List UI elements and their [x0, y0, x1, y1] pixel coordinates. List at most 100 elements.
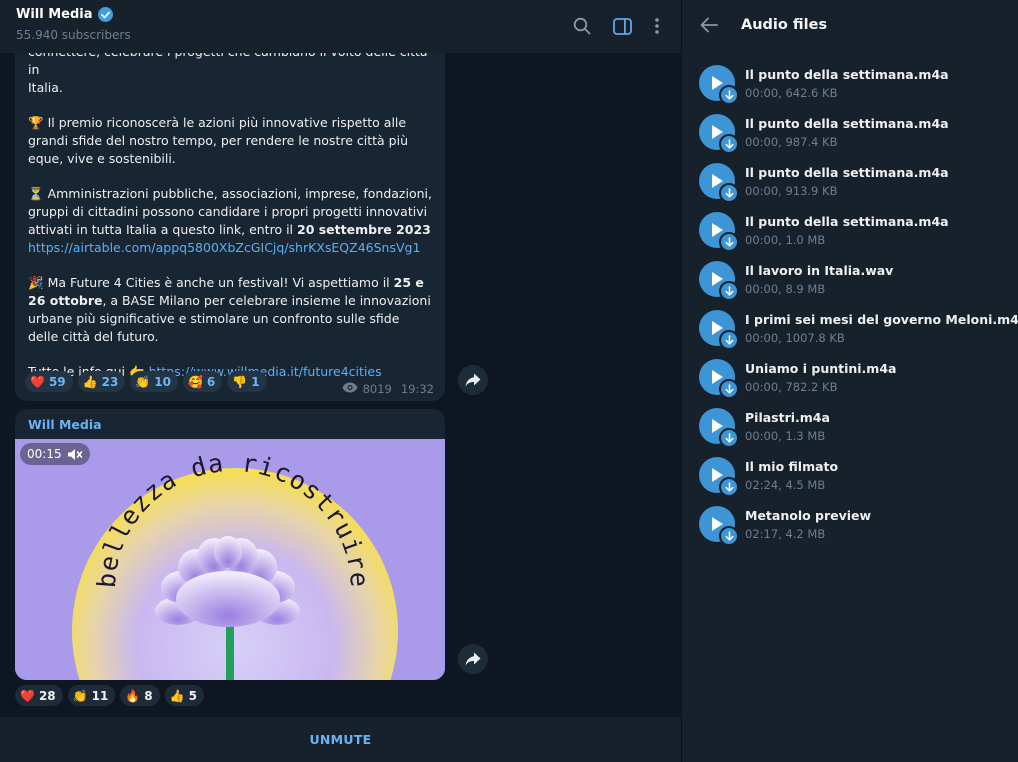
toggle-sidebar-button[interactable] [610, 14, 634, 38]
message-paragraph: Ma Future 4 Cities è anche un festival! … [47, 275, 390, 290]
reaction-count: 1 [251, 374, 260, 389]
audio-file-item[interactable]: Il punto della settimana.m4a 00:00, 913.… [682, 160, 1018, 209]
channel-title[interactable]: Will Media [16, 7, 113, 22]
video-duration-badge[interactable]: 00:15 [20, 443, 90, 465]
forward-button[interactable] [458, 644, 488, 674]
reaction-count: 6 [206, 374, 216, 389]
reaction-count: 10 [154, 374, 171, 389]
reaction-count: 11 [91, 688, 109, 703]
fire-icon: 🔥 [125, 688, 141, 703]
download-badge[interactable] [719, 232, 739, 252]
thumbs-up-icon: 👍 [82, 374, 98, 389]
forward-button[interactable] [458, 365, 488, 395]
channel-name: Will Media [16, 7, 93, 22]
download-arrow-icon [724, 90, 734, 100]
unmute-button[interactable]: UNMUTE [309, 732, 371, 747]
download-badge[interactable] [719, 526, 739, 546]
back-button[interactable] [697, 13, 721, 37]
audio-file-name: Il punto della settimana.m4a [745, 165, 949, 180]
chat-header[interactable]: Will Media 55.940 subscribers [0, 0, 681, 53]
sidebar-panel-icon [612, 17, 632, 35]
view-count: 8019 [362, 382, 392, 396]
reaction-heart[interactable]: ❤️ 28 [15, 685, 63, 706]
share-arrow-icon [465, 373, 481, 387]
trophy-emoji: 🏆 [28, 115, 44, 130]
heart-icon: ❤️ [20, 688, 35, 703]
video-preview[interactable]: bellezza da ricostruire 00:15 [15, 439, 445, 680]
reaction-love[interactable]: 🥰 6 [182, 371, 223, 392]
download-badge[interactable] [719, 330, 739, 350]
audio-file-name: Il mio filmato [745, 459, 839, 474]
download-badge[interactable] [719, 379, 739, 399]
reaction-clap[interactable]: 👏 10 [130, 371, 178, 392]
audio-file-name: Il lavoro in Italia.wav [745, 263, 894, 278]
audio-file-meta: 00:00, 642.6 KB [745, 86, 838, 100]
reaction-thumbs-up[interactable]: 👍 5 [164, 685, 204, 706]
audio-file-item[interactable]: Il lavoro in Italia.wav 00:00, 8.9 MB [682, 258, 1018, 307]
reaction-count: 8 [144, 688, 153, 703]
reaction-heart[interactable]: ❤️ 59 [25, 371, 73, 392]
download-arrow-icon [724, 286, 734, 296]
airtable-link[interactable]: https://airtable.com/appq5800XbZcGICjq/s… [28, 240, 420, 255]
audio-file-item[interactable]: I primi sei mesi del governo Meloni.m4a … [682, 307, 1018, 356]
eye-icon [342, 382, 358, 396]
panel-title: Audio files [741, 17, 828, 33]
audio-file-meta: 00:00, 1007.8 KB [745, 331, 845, 345]
audio-file-name: Metanolo preview [745, 508, 872, 523]
audio-file-meta: 00:00, 913.9 KB [745, 184, 838, 198]
reaction-count: 59 [48, 374, 66, 389]
chat-area: connettere, celebrare i progetti che cam… [0, 0, 681, 762]
message-author[interactable]: Will Media [28, 417, 102, 432]
reaction-thumbs-up[interactable]: 👍 23 [77, 371, 126, 392]
video-artwork: bellezza da ricostruire [15, 439, 445, 680]
search-button[interactable] [570, 14, 594, 38]
thumbs-up-icon: 👍 [169, 688, 185, 703]
message-bubble[interactable]: connettere, celebrare i progetti che cam… [15, 30, 445, 401]
audio-file-item[interactable]: Il punto della settimana.m4a 00:00, 642.… [682, 62, 1018, 111]
download-arrow-icon [724, 188, 734, 198]
reaction-count: 28 [38, 688, 56, 703]
download-badge[interactable] [719, 477, 739, 497]
audio-file-name: I primi sei mesi del governo Meloni.m4a [745, 312, 1018, 327]
audio-file-name: Pilastri.m4a [745, 410, 830, 425]
reaction-clap[interactable]: 👏 11 [67, 685, 116, 706]
clap-icon: 👏 [135, 374, 151, 389]
subscriber-count: 55.940 subscribers [16, 28, 131, 42]
verified-badge-icon [97, 7, 113, 22]
download-arrow-icon [724, 482, 734, 492]
download-badge[interactable] [719, 281, 739, 301]
message-line: Italia. [28, 80, 63, 95]
download-arrow-icon [724, 335, 734, 345]
download-arrow-icon [724, 531, 734, 541]
download-badge[interactable] [719, 428, 739, 448]
shared-media-panel: Audio files Il punto della settimana.m4a… [681, 0, 1018, 762]
more-options-button[interactable] [645, 14, 669, 38]
download-badge[interactable] [719, 183, 739, 203]
bottom-bar: UNMUTE [0, 717, 681, 762]
download-badge[interactable] [719, 134, 739, 154]
audio-file-item[interactable]: Pilastri.m4a 00:00, 1.3 MB [682, 405, 1018, 454]
audio-file-item[interactable]: Uniamo i puntini.m4a 00:00, 782.2 KB [682, 356, 1018, 405]
search-icon [573, 17, 591, 35]
download-arrow-icon [724, 139, 734, 149]
hourglass-emoji: ⏳ [28, 186, 44, 201]
audio-file-item[interactable]: Il punto della settimana.m4a 00:00, 1.0 … [682, 209, 1018, 258]
reaction-fire[interactable]: 🔥 8 [120, 685, 160, 706]
message-meta: 8019 19:32 [342, 382, 434, 396]
audio-file-meta: 00:00, 1.0 MB [745, 233, 826, 247]
reaction-thumbs-down[interactable]: 👎 1 [227, 371, 267, 392]
download-arrow-icon [724, 384, 734, 394]
heart-icon: ❤️ [30, 374, 45, 389]
message-bubble-video[interactable]: Will Media bellezza da ricostruire 00:15 [15, 409, 445, 680]
download-badge[interactable] [719, 85, 739, 105]
video-duration: 00:15 [27, 447, 62, 461]
audio-file-item[interactable]: Il punto della settimana.m4a 00:00, 987.… [682, 111, 1018, 160]
audio-file-name: Il punto della settimana.m4a [745, 67, 949, 82]
audio-file-item[interactable]: Metanolo preview 02:17, 4.2 MB [682, 503, 1018, 552]
message-text: connettere, celebrare i progetti che cam… [28, 43, 432, 381]
download-arrow-icon [724, 433, 734, 443]
audio-file-item[interactable]: Il mio filmato 02:24, 4.5 MB [682, 454, 1018, 503]
kebab-menu-icon [655, 18, 659, 34]
share-arrow-icon [465, 652, 481, 666]
muted-speaker-icon [67, 448, 82, 460]
